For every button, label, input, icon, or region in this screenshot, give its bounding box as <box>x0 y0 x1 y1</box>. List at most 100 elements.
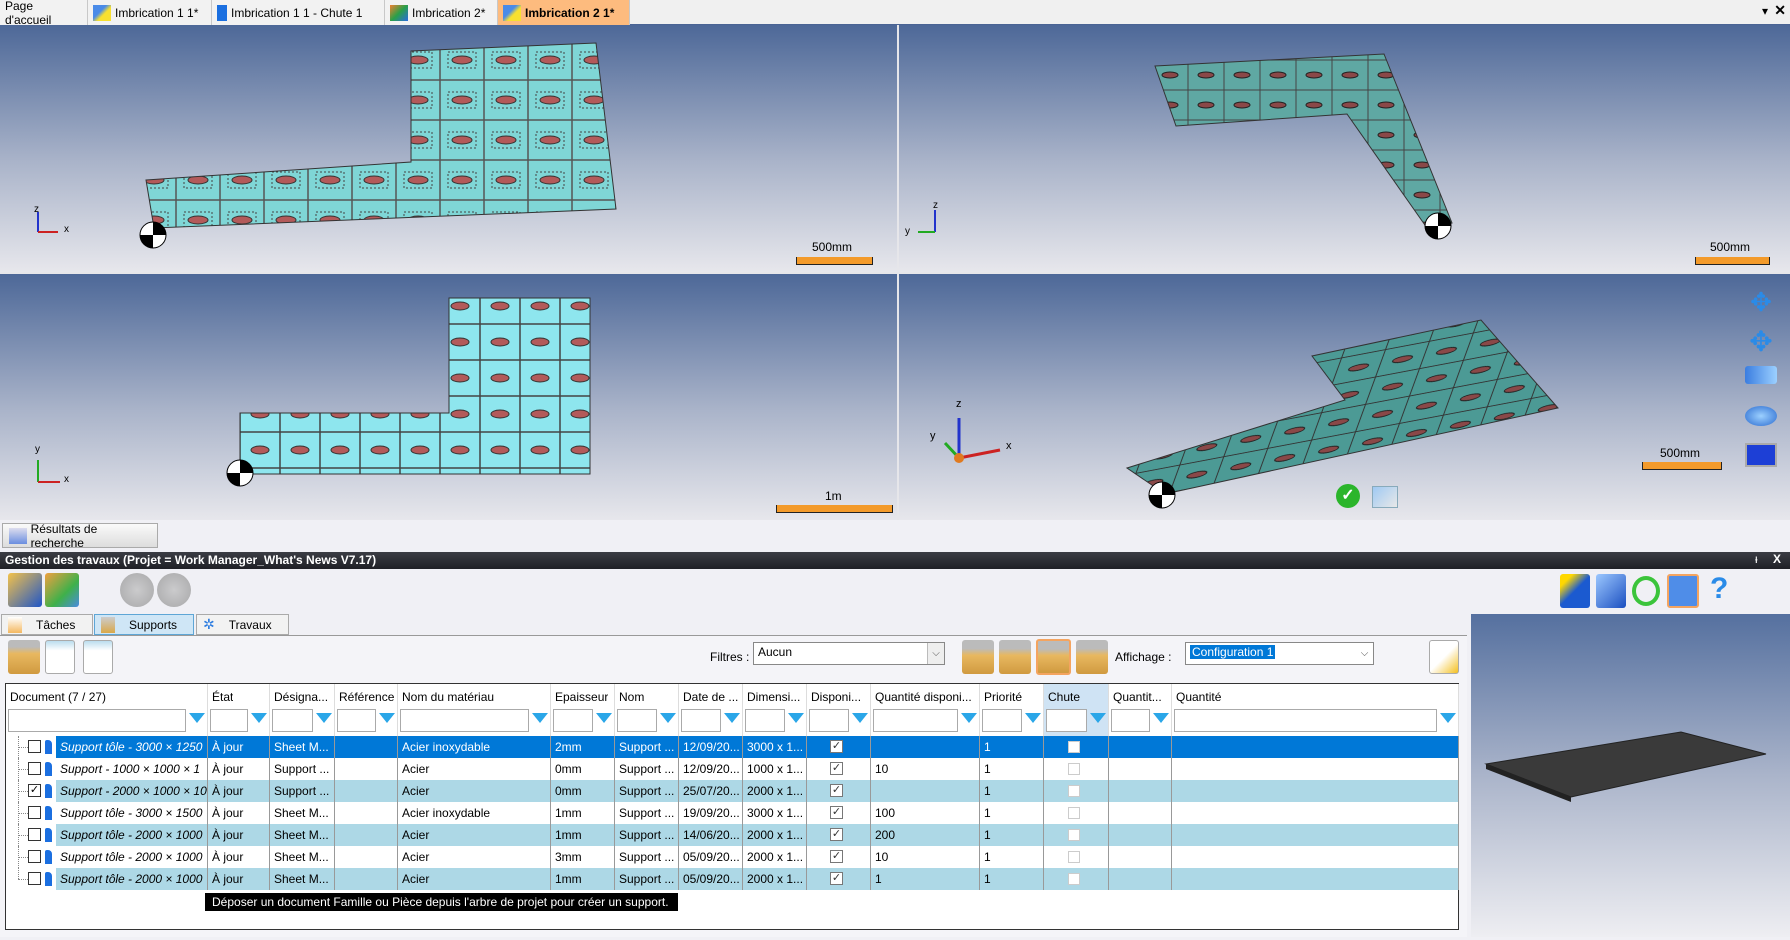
column-header[interactable]: Chute <box>1044 684 1109 736</box>
list-refresh-icon[interactable] <box>83 640 113 674</box>
row-checkbox[interactable] <box>28 762 41 775</box>
chute-checkbox[interactable] <box>1068 807 1080 819</box>
filter-icon[interactable] <box>788 713 804 723</box>
filter-icon[interactable] <box>251 713 267 723</box>
column-header[interactable]: Nom <box>615 684 679 736</box>
new-support-icon[interactable] <box>8 640 40 674</box>
column-filter-input[interactable] <box>1046 709 1087 732</box>
column-filter-input[interactable] <box>8 709 186 732</box>
tab-travaux[interactable]: ✲ Travaux <box>196 614 289 635</box>
column-filter-input[interactable] <box>681 709 721 732</box>
column-filter-input[interactable] <box>337 709 376 732</box>
search-results-button[interactable]: Résultats de recherche <box>2 522 158 550</box>
table-row[interactable]: Support tôle - 3000 × 1250 À jour Sheet M.… <box>6 736 1459 758</box>
available-checkbox[interactable]: ✓ <box>830 762 843 775</box>
column-filter-input[interactable] <box>873 709 958 732</box>
display-select[interactable]: Configuration 1 ⌵ <box>1185 642 1374 665</box>
column-header[interactable]: État <box>208 684 270 736</box>
column-header[interactable]: Priorité <box>980 684 1044 736</box>
available-checkbox[interactable]: ✓ <box>830 872 843 885</box>
row-checkbox[interactable] <box>28 806 41 819</box>
column-filter-input[interactable] <box>809 709 849 732</box>
column-header[interactable]: Disponi... <box>807 684 871 736</box>
column-header[interactable]: Référence <box>335 684 398 736</box>
filter-icon[interactable] <box>379 713 395 723</box>
table-row[interactable]: Support tôle - 2000 × 1000 À jour Sheet M.… <box>6 846 1459 868</box>
row-checkbox[interactable] <box>28 872 41 885</box>
window-icon[interactable] <box>1667 574 1699 608</box>
chute-checkbox[interactable] <box>1068 873 1080 885</box>
column-header[interactable]: Epaisseur <box>551 684 615 736</box>
column-header[interactable]: Quantité disponi... <box>871 684 980 736</box>
column-header[interactable]: Quantit... <box>1109 684 1172 736</box>
filter-icon[interactable] <box>660 713 676 723</box>
filter-icon[interactable] <box>724 713 740 723</box>
rotate-icon[interactable]: ✥ <box>1745 325 1777 357</box>
save-transfer-icon[interactable] <box>8 573 42 607</box>
column-filter-input[interactable] <box>982 709 1022 732</box>
column-filter-input[interactable] <box>553 709 593 732</box>
camera-icon[interactable] <box>1745 366 1777 384</box>
run-gear-icon[interactable] <box>157 573 191 607</box>
column-filter-input[interactable] <box>1111 709 1150 732</box>
pin-button[interactable]: ᵻ <box>1755 552 1758 566</box>
chute-checkbox[interactable] <box>1068 829 1080 841</box>
filter-clear-icon[interactable] <box>999 640 1031 674</box>
filter-icon[interactable] <box>852 713 868 723</box>
column-filter-input[interactable] <box>272 709 313 732</box>
filter-view-zero-icon[interactable] <box>1076 640 1108 674</box>
column-header[interactable]: Date de ... <box>679 684 743 736</box>
filter-icon[interactable] <box>1025 713 1041 723</box>
column-filter-input[interactable] <box>400 709 529 732</box>
row-checkbox[interactable] <box>28 828 41 841</box>
table-row[interactable]: Support tôle - 2000 × 1000 À jour Sheet M.… <box>6 868 1459 890</box>
filter-icon[interactable] <box>316 713 332 723</box>
run-gear-warning-icon[interactable] <box>120 573 154 607</box>
filter-icon[interactable] <box>596 713 612 723</box>
available-checkbox[interactable]: ✓ <box>830 784 843 797</box>
new-document-icon[interactable] <box>1560 574 1590 608</box>
filter-view-icon[interactable] <box>1036 639 1071 675</box>
support-3d-preview[interactable] <box>1471 614 1790 937</box>
document-icon[interactable] <box>1596 574 1626 608</box>
close-panel-button[interactable]: X <box>1773 552 1781 566</box>
viewport-layout-icon[interactable] <box>1745 443 1777 467</box>
column-header[interactable]: Désigna... <box>270 684 335 736</box>
available-checkbox[interactable]: ✓ <box>830 740 843 753</box>
pan-icon[interactable]: ✥ <box>1745 287 1777 317</box>
tab-taches[interactable]: Tâches <box>1 614 93 635</box>
column-header[interactable]: Quantité <box>1172 684 1459 736</box>
chute-checkbox[interactable] <box>1068 741 1080 753</box>
column-header[interactable]: Dimensi... <box>743 684 807 736</box>
column-filter-input[interactable] <box>745 709 785 732</box>
filter-icon[interactable] <box>961 713 977 723</box>
filter-icon[interactable] <box>1153 713 1169 723</box>
filter-icon[interactable] <box>1440 713 1456 723</box>
filter-icon[interactable] <box>1090 713 1106 723</box>
filters-select[interactable]: Aucun ⌵ <box>753 642 945 665</box>
row-checkbox[interactable] <box>28 740 41 753</box>
filter-icon[interactable] <box>532 713 548 723</box>
table-row[interactable]: Support - 1000 × 1000 × 1À jour Support .… <box>6 758 1459 780</box>
quick-config-icon[interactable] <box>1429 640 1459 674</box>
list-check-icon[interactable] <box>45 640 75 674</box>
filter-icon[interactable] <box>189 713 205 723</box>
chute-checkbox[interactable] <box>1068 763 1080 775</box>
power-icon[interactable] <box>1632 576 1660 606</box>
available-checkbox[interactable]: ✓ <box>830 828 843 841</box>
chute-checkbox[interactable] <box>1068 851 1080 863</box>
export-icon[interactable] <box>45 573 79 607</box>
column-header[interactable]: Document (7 / 27) <box>6 684 208 736</box>
column-filter-input[interactable] <box>210 709 248 732</box>
table-row[interactable]: Support tôle - 3000 × 1500 À jour Sheet M.… <box>6 802 1459 824</box>
tab-supports[interactable]: Supports <box>94 614 194 635</box>
help-icon[interactable]: ? <box>1710 572 1728 606</box>
chute-checkbox[interactable] <box>1068 785 1080 797</box>
validate-icon[interactable]: ✓ <box>1336 484 1360 508</box>
column-header[interactable]: Nom du matériau <box>398 684 551 736</box>
column-filter-input[interactable] <box>1174 709 1437 732</box>
table-row[interactable]: Support tôle - 2000 × 1000 À jour Sheet M.… <box>6 824 1459 846</box>
row-checkbox[interactable] <box>28 850 41 863</box>
preview-sheet-icon[interactable] <box>1372 486 1398 508</box>
table-row[interactable]: ✓ Support - 2000 × 1000 × 10 À jour Support… <box>6 780 1459 802</box>
